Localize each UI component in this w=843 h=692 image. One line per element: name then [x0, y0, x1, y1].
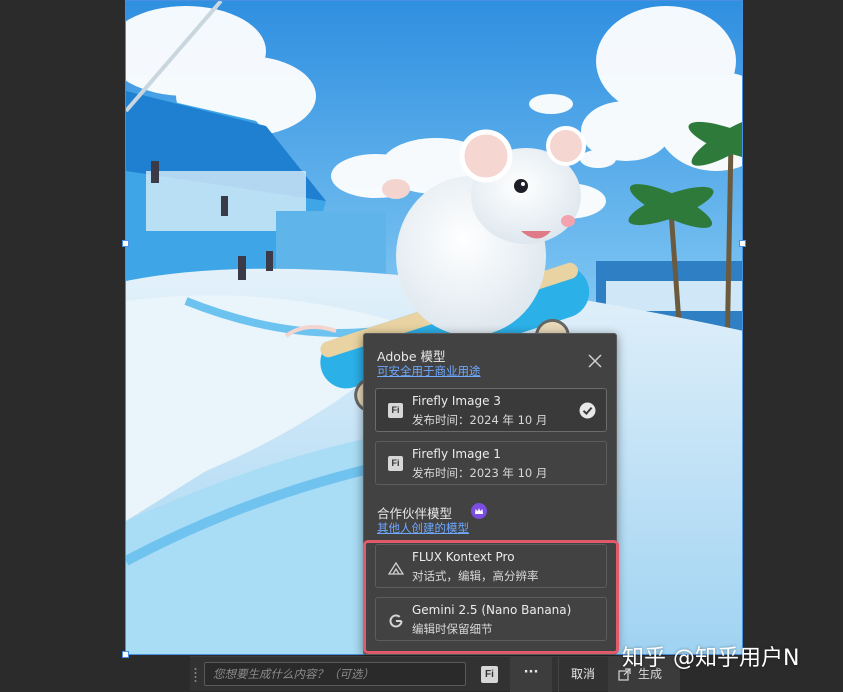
model-card-firefly-image-1[interactable]: Fi Firefly Image 1 发布时间：2023 年 10 月: [375, 441, 607, 485]
resize-handle-left[interactable]: [122, 240, 129, 247]
close-icon[interactable]: [588, 354, 602, 368]
model-name: Gemini 2.5 (Nano Banana): [412, 603, 572, 617]
more-options-button[interactable]: ···: [510, 657, 552, 692]
model-description: 对话式，编辑，高分辨率: [412, 569, 539, 583]
model-release-date: 发布时间：2023 年 10 月: [412, 466, 548, 480]
model-card-gemini-2-5[interactable]: Gemini 2.5 (Nano Banana) 编辑时保留细节: [375, 597, 607, 641]
adobe-models-link[interactable]: 可安全用于商业用途: [377, 363, 481, 379]
model-release-date: 发布时间：2024 年 10 月: [412, 413, 548, 427]
model-name: FLUX Kontext Pro: [412, 550, 515, 564]
model-card-firefly-image-3[interactable]: Fi Firefly Image 3 发布时间：2024 年 10 月: [375, 388, 607, 432]
crown-icon: [471, 503, 487, 519]
contextual-prompt-bar: Fi ··· 取消 生成: [190, 656, 680, 692]
resize-handle-bottom-left[interactable]: [122, 651, 129, 658]
fi-icon: Fi: [388, 456, 403, 471]
prompt-input[interactable]: [204, 662, 466, 686]
model-name: Firefly Image 1: [412, 447, 501, 461]
drag-handle-icon[interactable]: [194, 667, 197, 683]
model-description: 编辑时保留细节: [412, 622, 493, 636]
flux-icon: [388, 561, 404, 575]
model-picker-panel: Adobe 模型 可安全用于商业用途 Fi Firefly Image 3 发布…: [363, 333, 619, 655]
watermark-text: 知乎 @知乎用户N: [622, 646, 800, 671]
model-name: Firefly Image 3: [412, 394, 501, 408]
model-select-button[interactable]: Fi: [481, 666, 498, 683]
checkmark-icon: [579, 402, 596, 419]
resize-handle-right[interactable]: [739, 240, 746, 247]
cancel-button[interactable]: 取消: [558, 657, 607, 692]
fi-icon: Fi: [388, 403, 403, 418]
partner-models-link[interactable]: 其他人创建的模型: [377, 520, 469, 536]
google-g-icon: [389, 614, 403, 628]
model-card-flux-kontext-pro[interactable]: FLUX Kontext Pro 对话式，编辑，高分辨率: [375, 544, 607, 588]
